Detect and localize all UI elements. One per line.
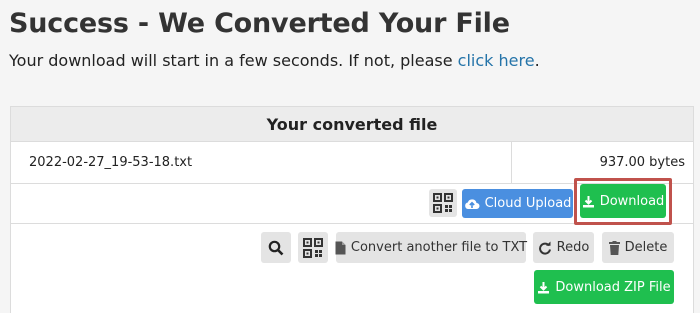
trash-icon	[608, 240, 620, 255]
convert-another-button[interactable]: Convert another file to TXT	[335, 232, 528, 263]
file-size: 937.00 bytes	[599, 155, 685, 170]
download-zip-label: Download ZIP File	[555, 279, 671, 295]
search-button[interactable]	[261, 232, 291, 263]
delete-label: Delete	[624, 240, 668, 255]
page: Success - We Converted Your File Your do…	[0, 0, 700, 313]
page-title: Success - We Converted Your File	[9, 8, 510, 39]
download-button[interactable]: Download	[580, 184, 666, 218]
qr-code-icon	[433, 193, 453, 213]
qr-code-icon	[303, 237, 323, 258]
convert-another-label: Convert another file to TXT	[350, 240, 528, 255]
download-icon	[537, 281, 550, 294]
card-heading: Your converted file	[11, 107, 693, 142]
qr-code-button-secondary[interactable]	[298, 232, 328, 263]
delete-button[interactable]: Delete	[602, 232, 674, 263]
download-notice-text: Your download will start in a few second…	[9, 51, 458, 70]
download-label: Download	[599, 193, 665, 209]
redo-label: Redo	[556, 240, 590, 255]
redo-icon	[538, 241, 552, 255]
download-icon	[582, 195, 595, 208]
qr-code-button[interactable]	[429, 189, 457, 217]
click-here-link[interactable]: click here	[458, 51, 535, 70]
converted-file-card: Your converted file 2022-02-27_19-53-18.…	[10, 106, 694, 313]
redo-button[interactable]: Redo	[533, 232, 594, 263]
cloud-upload-label: Cloud Upload	[484, 196, 572, 211]
search-icon	[268, 240, 284, 256]
download-notice-end: .	[534, 51, 540, 70]
cloud-upload-icon	[464, 197, 480, 211]
cloud-upload-button[interactable]: Cloud Upload	[462, 189, 573, 218]
primary-actions-row: Cloud Upload Download	[11, 178, 693, 225]
file-icon	[335, 241, 346, 255]
download-notice: Your download will start in a few second…	[9, 51, 540, 70]
file-name: 2022-02-27_19-53-18.txt	[29, 155, 193, 170]
download-zip-button[interactable]: Download ZIP File	[534, 270, 674, 304]
